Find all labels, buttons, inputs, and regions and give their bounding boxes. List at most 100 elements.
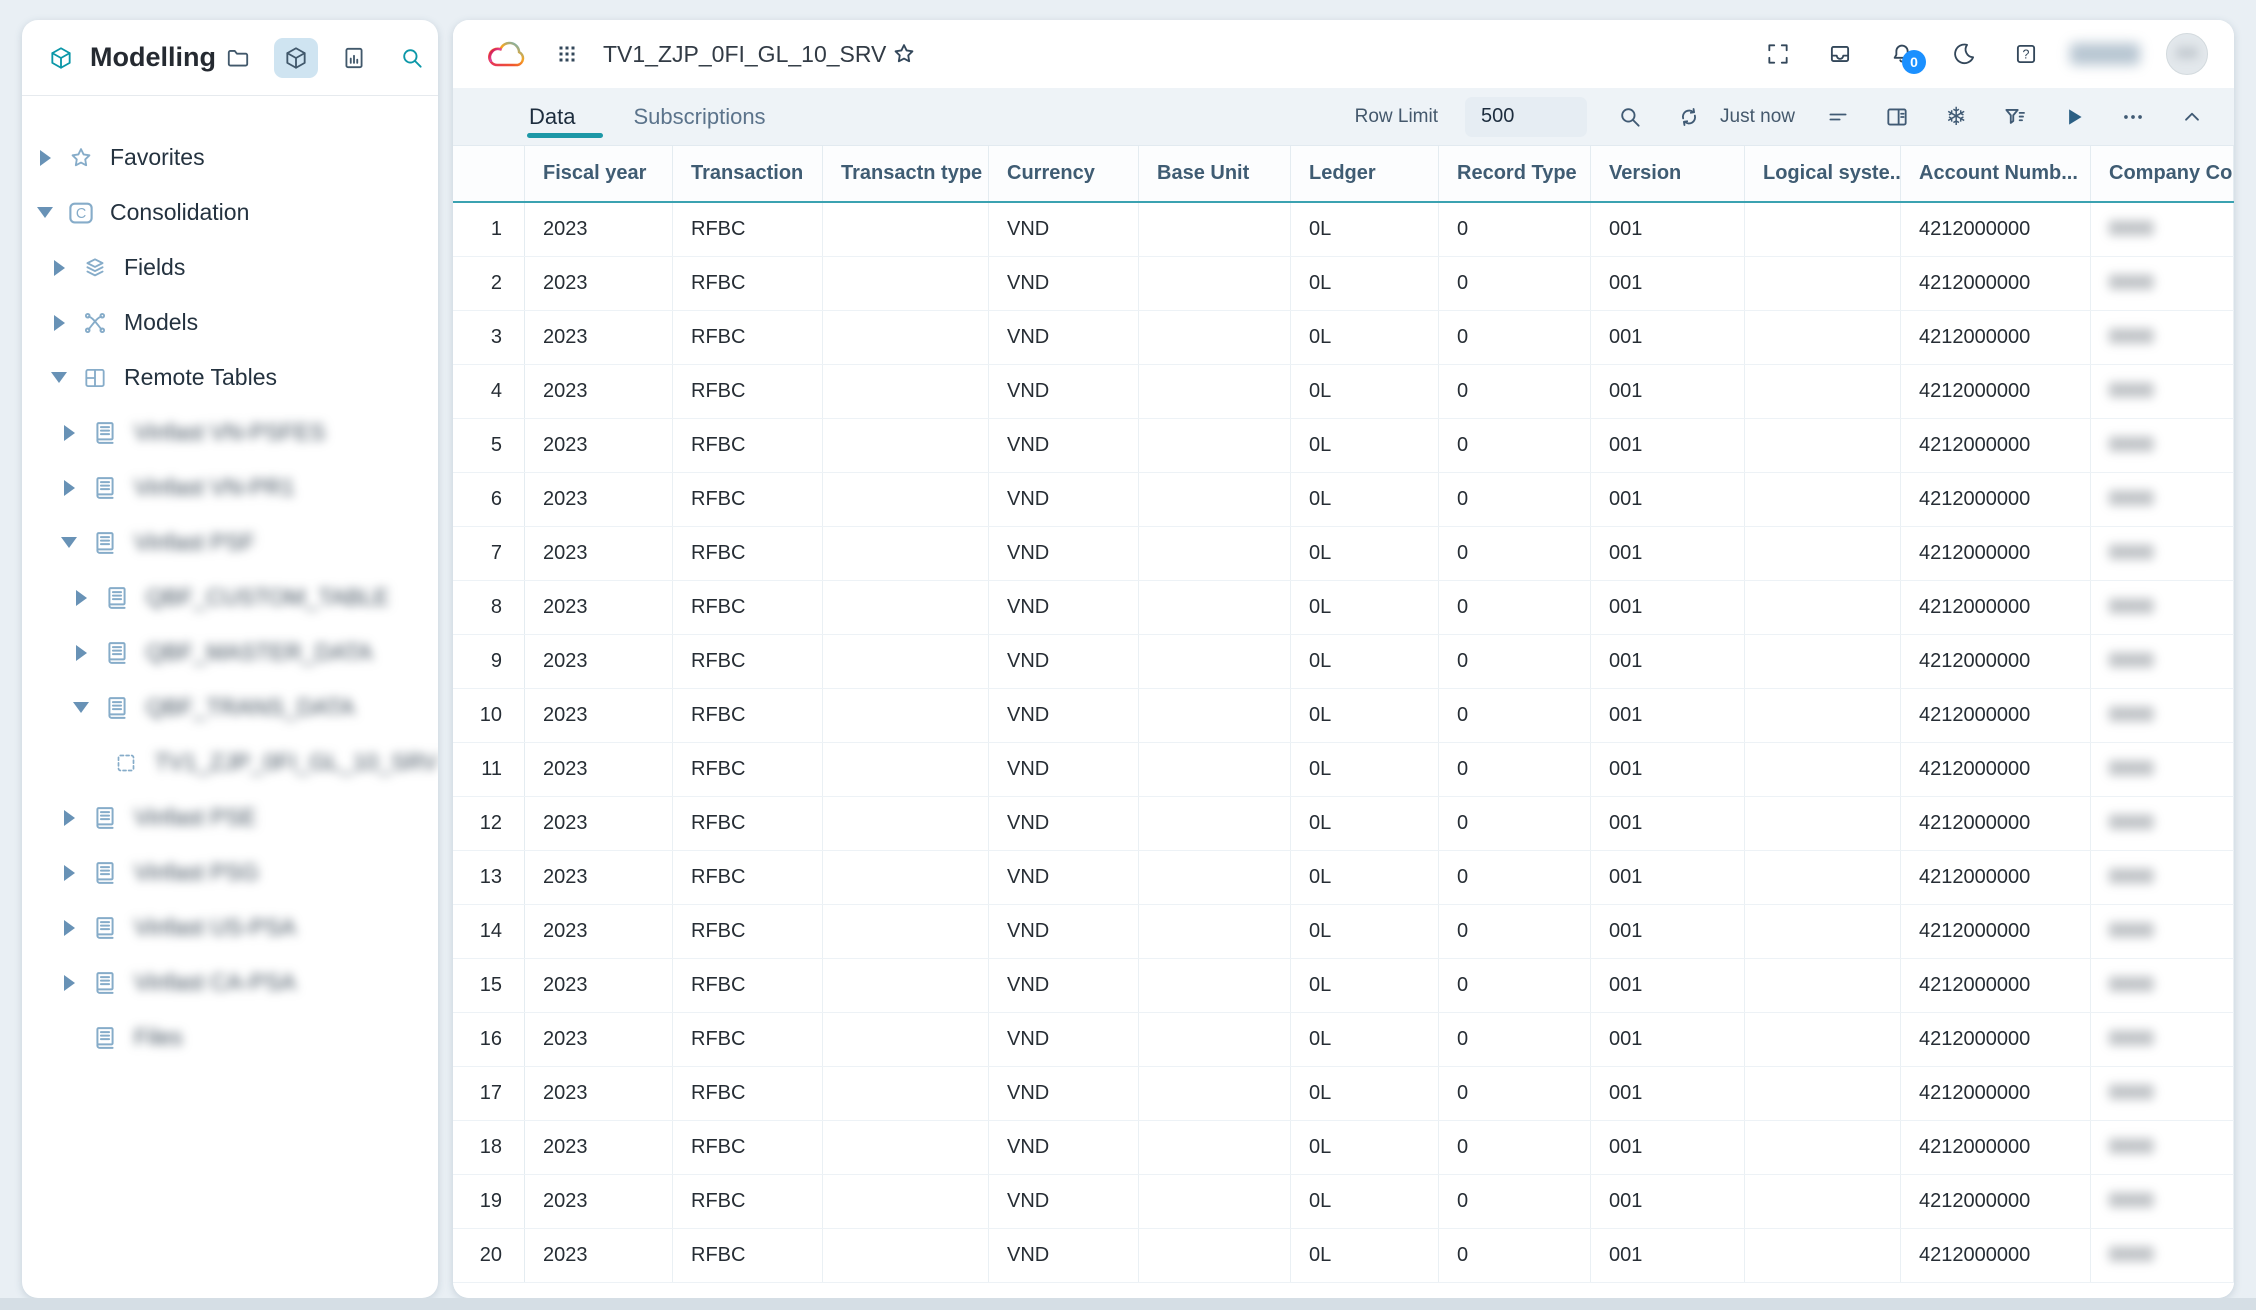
column-header-ledger[interactable]: Ledger (1291, 146, 1439, 201)
run-query-icon[interactable] (2058, 101, 2090, 133)
table-row[interactable]: 162023RFBCVND0L000142120000000000 (453, 1013, 2234, 1067)
tree-expand-arrow-icon[interactable] (56, 421, 82, 445)
tree-item-vinfast-vn-pr1[interactable]: Vinfast VN-PR1 (22, 460, 438, 515)
table-row[interactable]: 192023RFBCVND0L000142120000000000 (453, 1175, 2234, 1229)
tree-collapse-arrow-icon[interactable] (32, 201, 58, 225)
table-row[interactable]: 12023RFBCVND0L000142120000000000 (453, 203, 2234, 257)
tree-item-vinfast-psg[interactable]: Vinfast PSG (22, 845, 438, 900)
freeze-columns-icon[interactable]: ❄ (1940, 101, 1972, 133)
tab-subscriptions[interactable]: Subscriptions (633, 88, 765, 145)
tree-item-vinfast-psf[interactable]: Vinfast PSF (22, 515, 438, 570)
bell-icon[interactable]: 0 (1884, 36, 1920, 72)
table-cell: VND (989, 959, 1139, 1012)
search-icon[interactable] (390, 38, 434, 78)
build-cube-icon[interactable] (274, 38, 318, 78)
table-row[interactable]: 112023RFBCVND0L000142120000000000 (453, 743, 2234, 797)
table-cell (823, 473, 989, 526)
tree-expand-arrow-icon[interactable] (46, 256, 72, 280)
tree-item-vinfast-ca-psa[interactable]: Vinfast CA-PSA (22, 955, 438, 1010)
column-header-fiscal-year[interactable]: Fiscal year (525, 146, 673, 201)
row-limit-input[interactable] (1465, 97, 1587, 137)
filter-icon[interactable] (1999, 101, 2031, 133)
tree-item-label: Vinfast VN-PSFES (134, 419, 325, 446)
tree-expand-arrow-icon[interactable] (46, 311, 72, 335)
inbox-icon[interactable] (1822, 36, 1858, 72)
column-header-record-type[interactable]: Record Type (1439, 146, 1591, 201)
table-cell: 001 (1591, 581, 1745, 634)
avatar[interactable]: AA (2166, 33, 2208, 75)
table-row[interactable]: 52023RFBCVND0L000142120000000000 (453, 419, 2234, 473)
tree-item-files[interactable]: Files (22, 1010, 438, 1065)
column-header-transactn-type[interactable]: Transactn type (823, 146, 989, 201)
refresh-icon[interactable] (1673, 101, 1705, 133)
table-row[interactable]: 32023RFBCVND0L000142120000000000 (453, 311, 2234, 365)
tree-collapse-arrow-icon[interactable] (56, 531, 82, 555)
tree-item-qbf-master-data[interactable]: QBF_MASTER_DATA (22, 625, 438, 680)
table-row[interactable]: 72023RFBCVND0L000142120000000000 (453, 527, 2234, 581)
table-row[interactable]: 122023RFBCVND0L000142120000000000 (453, 797, 2234, 851)
column-header-company-code[interactable]: Company Code (2091, 146, 2234, 201)
tree-expand-arrow-icon[interactable] (68, 586, 94, 610)
tree-expand-arrow-icon[interactable] (56, 861, 82, 885)
tree-item-consolidation[interactable]: CConsolidation (22, 185, 438, 240)
table-row[interactable]: 132023RFBCVND0L000142120000000000 (453, 851, 2234, 905)
folder-icon[interactable] (216, 38, 260, 78)
column-header-account-numb[interactable]: Account Numb... (1901, 146, 2091, 201)
tree-expand-arrow-icon[interactable] (68, 641, 94, 665)
column-header-transaction[interactable]: Transaction (673, 146, 823, 201)
tree-item-qbf-trans-data[interactable]: QBF_TRANS_DATA (22, 680, 438, 735)
sort-icon[interactable] (1822, 101, 1854, 133)
table-row[interactable]: 62023RFBCVND0L000142120000000000 (453, 473, 2234, 527)
details-panel-icon[interactable] (1881, 101, 1913, 133)
tree-expand-arrow-icon[interactable] (56, 476, 82, 500)
tree-collapse-arrow-icon[interactable] (68, 696, 94, 720)
column-header-base-unit[interactable]: Base Unit (1139, 146, 1291, 201)
tree-item-label: Files (134, 1024, 183, 1051)
table-cell: 0 (1439, 203, 1591, 256)
moon-icon[interactable] (1946, 36, 1982, 72)
fullscreen-icon[interactable] (1760, 36, 1796, 72)
tree-expand-arrow-icon[interactable] (56, 916, 82, 940)
table-row[interactable]: 172023RFBCVND0L000142120000000000 (453, 1067, 2234, 1121)
table-row[interactable]: 152023RFBCVND0L000142120000000000 (453, 959, 2234, 1013)
tree-expand-arrow-icon[interactable] (56, 806, 82, 830)
table-row[interactable]: 22023RFBCVND0L000142120000000000 (453, 257, 2234, 311)
app-grid-icon[interactable] (549, 36, 585, 72)
tree-item-vinfast-us-psa[interactable]: Vinfast US-PSA (22, 900, 438, 955)
tree-item-remote-tables[interactable]: Remote Tables (22, 350, 438, 405)
column-header-rownum[interactable] (453, 146, 525, 201)
tree-item-models[interactable]: Models (22, 295, 438, 350)
tree-item-fields[interactable]: Fields (22, 240, 438, 295)
tree-item-favorites[interactable]: Favorites (22, 130, 438, 185)
column-header-version[interactable]: Version (1591, 146, 1745, 201)
tree-expand-arrow-icon[interactable] (56, 971, 82, 995)
tree-expand-arrow-icon[interactable] (32, 146, 58, 170)
table-cell: 001 (1591, 959, 1745, 1012)
tree-item-vinfast-pse[interactable]: Vinfast PSE (22, 790, 438, 845)
table-row[interactable]: 82023RFBCVND0L000142120000000000 (453, 581, 2234, 635)
column-header-currency[interactable]: Currency (989, 146, 1139, 201)
table-row[interactable]: 92023RFBCVND0L000142120000000000 (453, 635, 2234, 689)
tenant-label-redacted (2070, 43, 2140, 65)
collapse-panel-icon[interactable] (2176, 101, 2208, 133)
overflow-menu-icon[interactable] (2117, 101, 2149, 133)
table-cell (1139, 959, 1291, 1012)
table-cell (823, 851, 989, 904)
tree-collapse-arrow-icon[interactable] (46, 366, 72, 390)
tree-item-vinfast-vn-psfes[interactable]: Vinfast VN-PSFES (22, 405, 438, 460)
table-row[interactable]: 182023RFBCVND0L000142120000000000 (453, 1121, 2234, 1175)
tab-data[interactable]: Data (529, 88, 575, 145)
help-icon[interactable]: ? (2008, 36, 2044, 72)
table-row[interactable]: 202023RFBCVND0L000142120000000000 (453, 1229, 2234, 1283)
favorite-star-icon[interactable] (886, 36, 922, 72)
column-header-logical-syste[interactable]: Logical syste... (1745, 146, 1901, 201)
repository-icon[interactable] (332, 38, 376, 78)
table-row[interactable]: 142023RFBCVND0L000142120000000000 (453, 905, 2234, 959)
table-row[interactable]: 102023RFBCVND0L000142120000000000 (453, 689, 2234, 743)
table-cell: VND (989, 419, 1139, 472)
tree-item-tv1-zjp-0fi-gl-10-srv[interactable]: TV1_ZJP_0FI_GL_10_SRV (22, 735, 438, 790)
table-cell (1745, 311, 1901, 364)
table-row[interactable]: 42023RFBCVND0L000142120000000000 (453, 365, 2234, 419)
search-icon[interactable] (1614, 101, 1646, 133)
tree-item-qbf-custom-table[interactable]: QBF_CUSTOM_TABLE (22, 570, 438, 625)
